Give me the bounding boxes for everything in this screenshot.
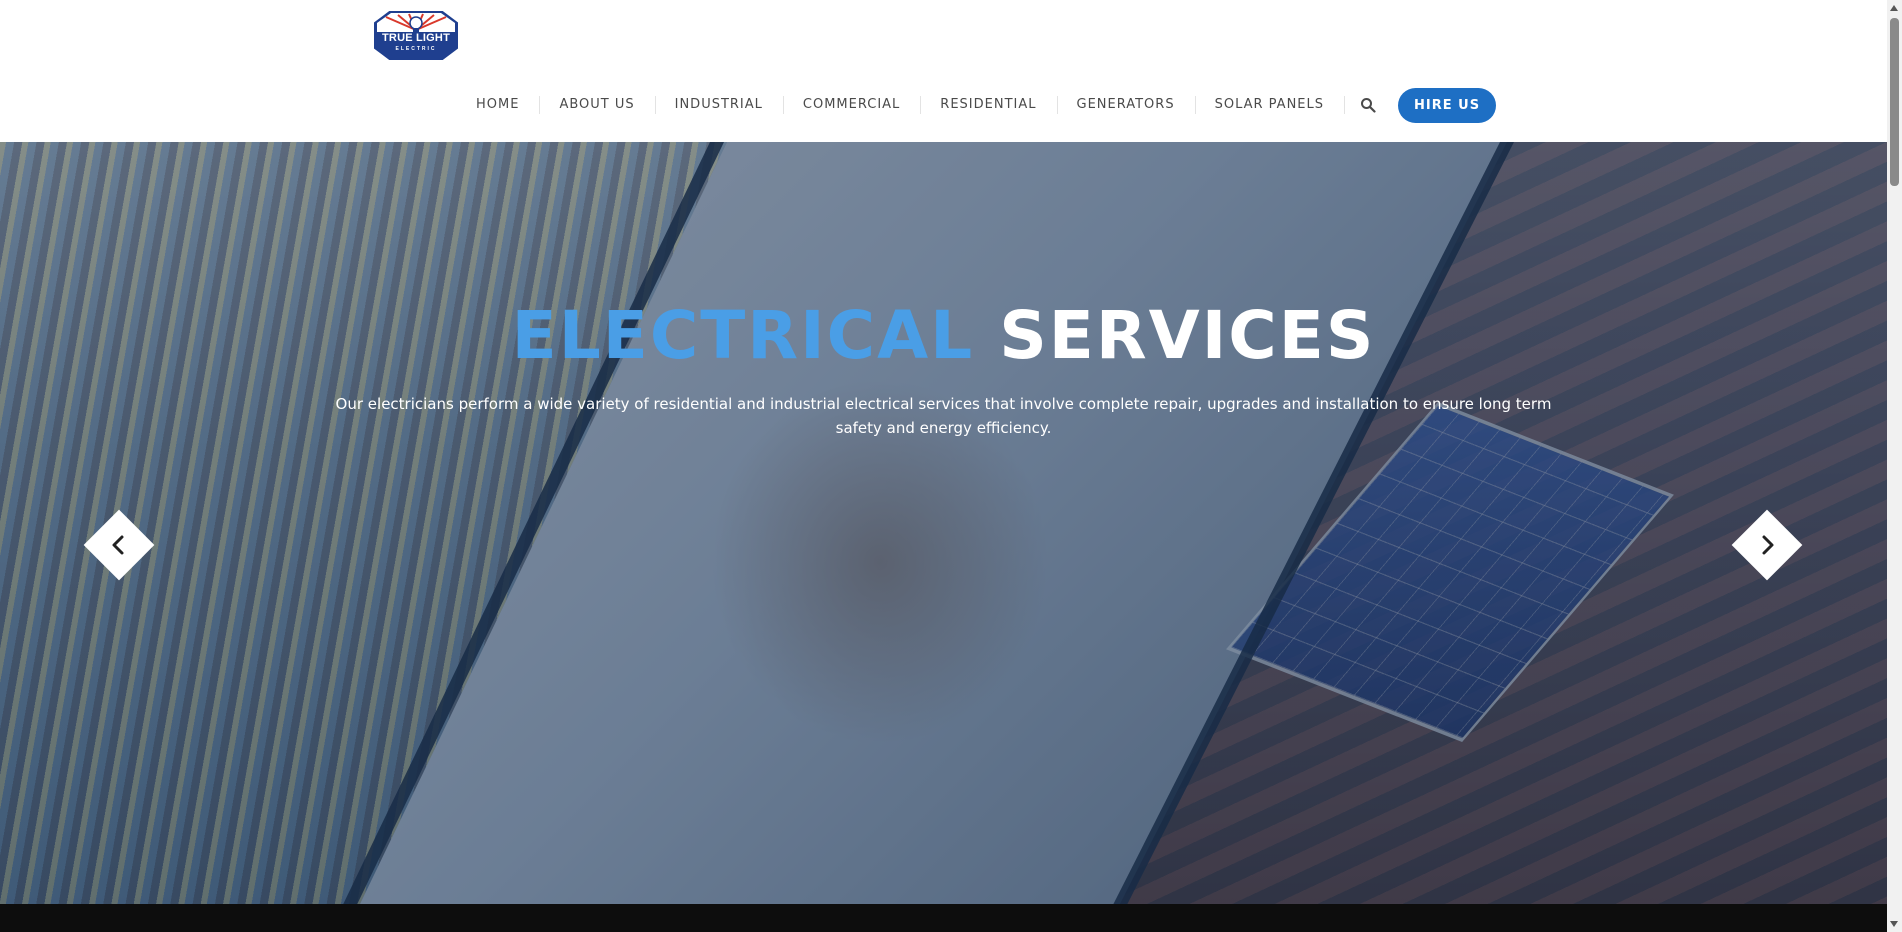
brand-logo[interactable]: TRUE LIGHT ELECTRIC bbox=[371, 8, 461, 63]
nav-item-industrial[interactable]: INDUSTRIAL bbox=[654, 88, 783, 122]
logo-subtext: ELECTRIC bbox=[395, 46, 437, 52]
hero-title: ELECTRICAL SERVICES bbox=[0, 297, 1887, 374]
nav-item-residential[interactable]: RESIDENTIAL bbox=[920, 88, 1056, 122]
nav-item-solar-panels[interactable]: SOLAR PANELS bbox=[1194, 88, 1344, 122]
search-button[interactable] bbox=[1344, 88, 1392, 122]
hero-overlay bbox=[0, 142, 1887, 904]
page-bottom-band bbox=[0, 904, 1887, 932]
nav-item-commercial[interactable]: COMMERCIAL bbox=[782, 88, 920, 122]
main-nav: HOME ABOUT US INDUSTRIAL COMMERCIAL RESI… bbox=[456, 87, 1497, 123]
site-header: TRUE LIGHT ELECTRIC HOME ABOUT US INDUST… bbox=[0, 0, 1887, 142]
nav-item-generators[interactable]: GENERATORS bbox=[1056, 88, 1195, 122]
chevron-right-icon bbox=[1762, 535, 1774, 555]
scroll-down-icon[interactable] bbox=[1890, 921, 1898, 927]
page-scrollbar[interactable] bbox=[1887, 0, 1902, 932]
scroll-up-icon[interactable] bbox=[1890, 5, 1898, 11]
nav-item-about-us[interactable]: ABOUT US bbox=[539, 88, 654, 122]
hero-slider: ELECTRICAL SERVICES Our electricians per… bbox=[0, 142, 1887, 904]
hero-title-accent: ELECTRICAL bbox=[511, 297, 975, 374]
hire-us-button[interactable]: HIRE US bbox=[1398, 87, 1497, 123]
hero-description: Our electricians perform a wide variety … bbox=[335, 395, 1552, 437]
hero-title-rest: SERVICES bbox=[999, 297, 1376, 374]
logo-text: TRUE LIGHT bbox=[382, 32, 450, 44]
chevron-left-icon bbox=[112, 535, 124, 555]
nav-item-home[interactable]: HOME bbox=[456, 88, 539, 122]
scroll-thumb[interactable] bbox=[1890, 18, 1899, 186]
search-icon bbox=[1361, 98, 1376, 113]
